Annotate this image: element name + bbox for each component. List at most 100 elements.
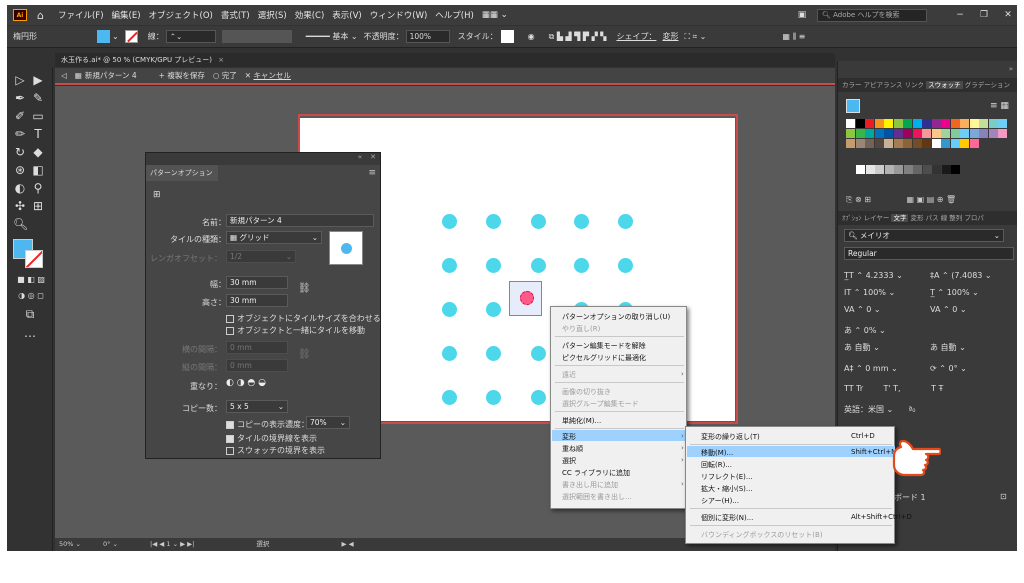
- link-dimensions-icon[interactable]: ⛓: [298, 283, 311, 294]
- swatch[interactable]: [931, 129, 941, 138]
- direct-selection-tool-icon[interactable]: ▶: [31, 73, 45, 87]
- done-button[interactable]: ○ 完了: [213, 70, 237, 81]
- swatch[interactable]: [960, 119, 969, 128]
- gray-swatch[interactable]: [875, 165, 884, 174]
- current-fill-swatch[interactable]: [846, 99, 860, 113]
- workspace-switcher-icon[interactable]: ▦▦ ⌄: [482, 10, 508, 20]
- stroke-weight-field[interactable]: ⌃⌄: [165, 30, 216, 43]
- tab-character[interactable]: 文字: [891, 214, 909, 222]
- swatch[interactable]: [865, 119, 874, 128]
- aki-right-control[interactable]: あ 自動 ⌄: [930, 342, 966, 353]
- aki-left-control[interactable]: あ 自動 ⌄: [844, 342, 880, 353]
- swatch[interactable]: [960, 129, 969, 138]
- swatch[interactable]: [893, 119, 903, 128]
- tab-pathfinder[interactable]: パス: [926, 214, 939, 222]
- tab-close-icon[interactable]: ×: [218, 56, 224, 64]
- menu-file[interactable]: ファイル(F): [58, 9, 104, 21]
- tab-pattern-options[interactable]: パターンオプション: [146, 165, 218, 181]
- rotation-field[interactable]: 0° ⌄: [103, 540, 118, 548]
- close-icon[interactable]: ✕: [999, 10, 1017, 20]
- width-field[interactable]: 30 mm: [226, 276, 288, 289]
- swatch[interactable]: [922, 129, 931, 138]
- stroke-style-preview[interactable]: ━━━━━ 基本 ⌄: [306, 31, 358, 42]
- selection-tool-icon[interactable]: ▷: [13, 73, 27, 87]
- baseline-control[interactable]: A‡ ⌃ 0 mm ⌄: [844, 364, 898, 373]
- submenu-reflect[interactable]: リフレクト(E)...: [701, 472, 753, 482]
- restore-icon[interactable]: ❐: [975, 10, 993, 20]
- menu-select[interactable]: 選択(S): [258, 9, 287, 21]
- h-scale-control[interactable]: T̲ ⌃ 100% ⌄: [930, 288, 979, 297]
- panel-close-icon[interactable]: ✕: [370, 153, 376, 161]
- swatch[interactable]: [874, 139, 884, 148]
- swatch[interactable]: [960, 139, 969, 148]
- rotate-tool-icon[interactable]: ↻: [13, 145, 27, 159]
- tab-transform[interactable]: 変形: [911, 214, 924, 222]
- swatch[interactable]: [941, 119, 950, 128]
- swatch[interactable]: [988, 129, 998, 138]
- swatch[interactable]: [912, 139, 922, 148]
- shape-label[interactable]: シェイプ：: [616, 31, 656, 42]
- swatch[interactable]: [846, 129, 855, 138]
- swatch[interactable]: [893, 129, 903, 138]
- cancel-button[interactable]: ✕ キャンセル: [245, 70, 291, 81]
- submenu-move[interactable]: 移動(M)... Shift+Ctrl+M: [701, 448, 897, 458]
- menu-transform[interactable]: 変形 ›: [562, 432, 684, 442]
- zoom-tool-icon[interactable]: 🔍︎: [13, 217, 28, 231]
- menu-exit-pattern-edit[interactable]: パターン編集モードを解除: [562, 341, 646, 351]
- submenu-scale[interactable]: 拡大・縮小(S)...: [701, 484, 753, 494]
- swatch[interactable]: [884, 119, 893, 128]
- menu-view[interactable]: 表示(V): [332, 9, 361, 21]
- char-rotation-control[interactable]: ⟳ ⌃ 0° ⌄: [930, 364, 967, 373]
- gradient-tool-icon[interactable]: ◐: [13, 181, 27, 195]
- status-arrow-icon[interactable]: ▶ ◀: [342, 540, 354, 548]
- swatch[interactable]: [969, 119, 979, 128]
- artboard-item[interactable]: ボード 1 ⊡: [894, 492, 1007, 503]
- swatch[interactable]: [922, 139, 931, 148]
- copies-select[interactable]: 5 x 5 ⌄: [226, 400, 288, 413]
- dim-copies-select[interactable]: 70% ⌄: [306, 416, 350, 429]
- tab-layers[interactable]: レイヤー: [864, 214, 890, 222]
- show-swatch-bounds-checkbox[interactable]: スウォッチの境界を表示: [226, 445, 325, 456]
- tile-type-select[interactable]: ▦ グリッド ⌄: [226, 231, 322, 244]
- menu-undo-pattern-options[interactable]: パターンオプションの取り消し(U): [562, 312, 670, 322]
- stroke-swatch[interactable]: [124, 30, 138, 43]
- transform-label[interactable]: 変形: [662, 31, 678, 42]
- variable-width-field[interactable]: [221, 30, 292, 43]
- gray-swatch[interactable]: [951, 165, 960, 174]
- gray-swatch[interactable]: [941, 165, 951, 174]
- text-style-buttons[interactable]: TT Tr T' T, T Ŧ: [844, 384, 943, 393]
- tab-links[interactable]: リンク: [905, 81, 925, 89]
- swatch[interactable]: [950, 119, 960, 128]
- gray-swatch[interactable]: [913, 165, 922, 174]
- swatch[interactable]: [998, 119, 1007, 128]
- swatch[interactable]: [969, 139, 979, 148]
- fill-swatch[interactable]: [97, 30, 110, 43]
- gray-swatch[interactable]: [922, 165, 932, 174]
- panel-toggle-icon[interactable]: ▦ ⫼ ≡: [782, 32, 805, 42]
- tab-appearance[interactable]: アピアランス: [864, 81, 903, 89]
- gray-swatch[interactable]: [856, 165, 865, 174]
- dim-copies-checkbox[interactable]: コピーの表示濃度：: [226, 419, 309, 430]
- swatch[interactable]: [903, 129, 912, 138]
- isolate-icon[interactable]: ⛶ ⌗ ⌄: [684, 32, 706, 42]
- symbol-tool-icon[interactable]: ✣: [13, 199, 27, 213]
- tab-stroke[interactable]: 線: [941, 214, 948, 222]
- pattern-tile-selection[interactable]: [509, 281, 542, 316]
- pen-tool-icon[interactable]: ✒: [13, 91, 27, 105]
- swatch[interactable]: [903, 139, 912, 148]
- swatch[interactable]: [969, 129, 979, 138]
- move-tile-checkbox[interactable]: オブジェクトと一緒にタイルを移動: [226, 325, 365, 336]
- swatch[interactable]: [998, 129, 1007, 138]
- save-copy-button[interactable]: + 複製を保存: [159, 70, 205, 81]
- tile-tool-icon[interactable]: ⊞: [153, 190, 161, 200]
- help-search-input[interactable]: 🔍︎ Adobe ヘルプを検索: [817, 8, 927, 22]
- rectangle-tool-icon[interactable]: ▭: [31, 109, 45, 123]
- swatch[interactable]: [950, 129, 960, 138]
- dock-collapse-icon[interactable]: »: [1009, 65, 1013, 73]
- arrange-icon[interactable]: ▣: [793, 10, 811, 20]
- overlap-buttons[interactable]: ◐ ◑ ◓ ◒: [226, 378, 266, 388]
- menu-effect[interactable]: 効果(C): [295, 9, 325, 21]
- font-style-field[interactable]: Regular: [844, 247, 1014, 260]
- menu-arrange[interactable]: 重ね順 ›: [562, 444, 684, 454]
- tab-options[interactable]: ｵﾌﾟｼｮﾝ: [842, 214, 862, 222]
